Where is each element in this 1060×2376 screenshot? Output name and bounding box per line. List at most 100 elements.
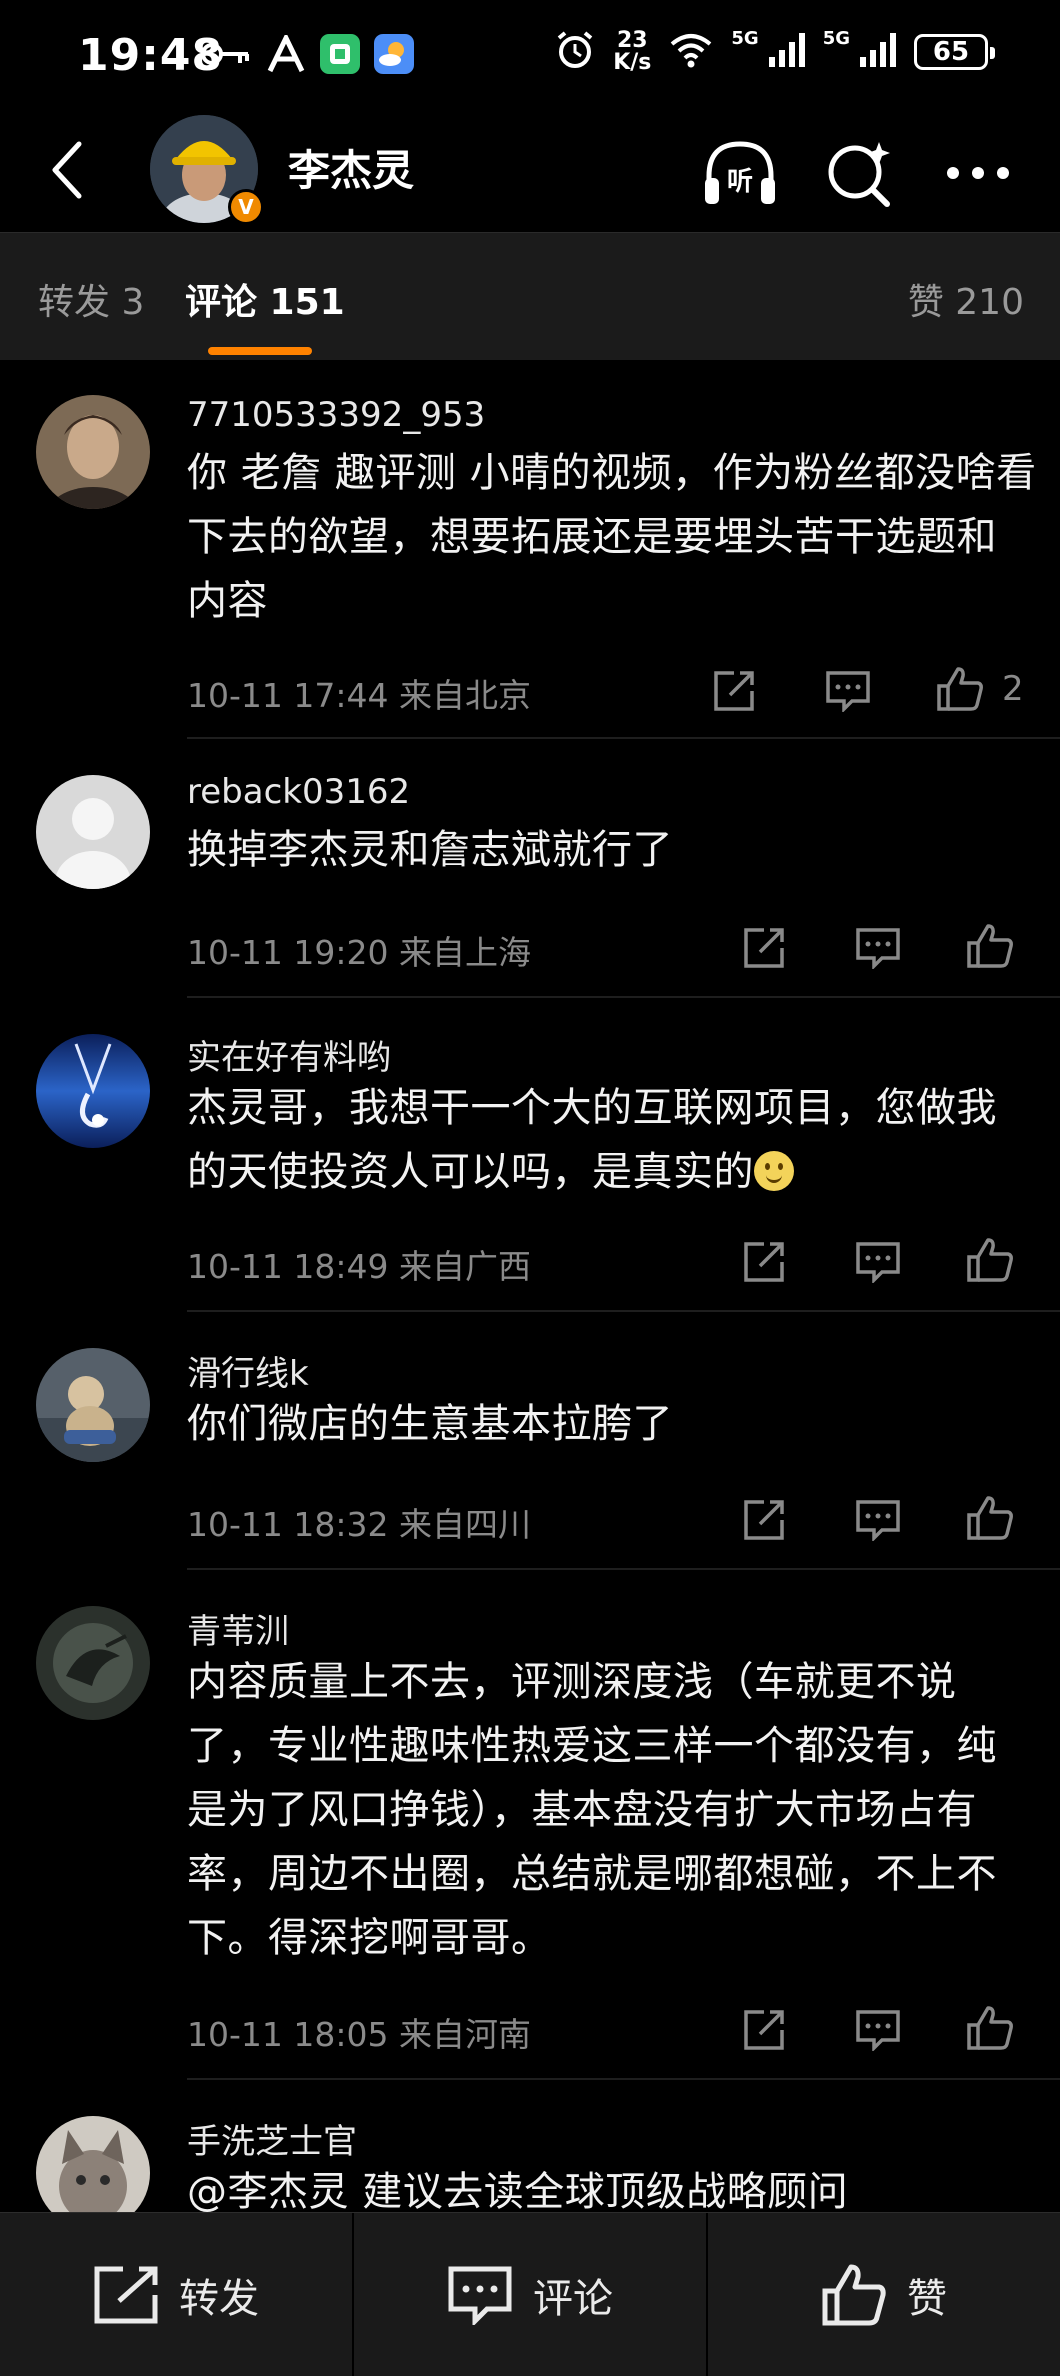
comment-username[interactable]: 7710533392_953: [187, 395, 485, 435]
back-arrow-icon: [52, 141, 82, 199]
tab-repost[interactable]: 转发 3: [38, 273, 144, 325]
alarm-icon: [555, 30, 595, 74]
repost-label: 转发: [179, 2276, 259, 2322]
net-speed: 23 K/s: [613, 30, 651, 74]
comment-icon: [856, 2010, 900, 2051]
comment-text: 你 老詹 趣评测 小晴的视频，作为粉丝都没啥看下去的欲望，想要拓展还是要埋头苦干…: [187, 450, 1037, 624]
share-button[interactable]: [706, 663, 762, 719]
like-button[interactable]: [962, 1490, 1018, 1546]
like-count: 2: [1002, 669, 1024, 709]
signal1-label: 5G: [731, 27, 759, 49]
bottom-action-bar: 转发 评论 赞: [0, 2212, 1060, 2376]
like-label: 赞: [907, 2276, 947, 2322]
avatar[interactable]: [36, 1034, 150, 1148]
like-button[interactable]: 赞: [708, 2213, 1060, 2376]
comment-username[interactable]: reback03162: [187, 772, 410, 812]
verified-badge: V: [228, 189, 264, 225]
repost-button[interactable]: 转发: [0, 2213, 352, 2376]
comment-time: 10-11 18:49: [187, 1247, 389, 1286]
signal-icon: [860, 33, 896, 71]
headphones-icon: 听: [705, 141, 775, 204]
signal-icon: [768, 33, 805, 71]
wifi-icon: [669, 32, 713, 72]
like-button[interactable]: [962, 1232, 1018, 1288]
divider: [187, 1568, 1060, 1570]
comment-text: 杰灵哥，我想干一个大的互联网项目，您做我的天使投资人可以吗，是真实的: [187, 1076, 1037, 1204]
more-icon: [947, 167, 1009, 179]
divider: [187, 1310, 1060, 1312]
reply-button[interactable]: [850, 2002, 906, 2058]
green-app-icon: [320, 34, 360, 78]
share-icon: [94, 2266, 158, 2324]
listen-button[interactable]: 听: [700, 133, 780, 213]
avatar[interactable]: [36, 1606, 150, 1720]
divider: [187, 996, 1060, 998]
net-speed-unit: K/s: [613, 50, 652, 75]
smile-emoji-icon: [754, 1151, 794, 1191]
profile-header: V 李杰灵 听: [0, 115, 1060, 230]
share-icon: [744, 2010, 784, 2050]
thumbs-up-icon: [937, 667, 983, 711]
comment-time: 10-11 18:05: [187, 2015, 389, 2054]
share-icon: [744, 1242, 784, 1282]
search-button[interactable]: [820, 133, 900, 213]
comment-text-content: 杰灵哥，我想干一个大的互联网项目，您做我的天使投资人可以吗，是真实的: [187, 1085, 997, 1195]
reply-button[interactable]: [850, 1234, 906, 1290]
battery-indicator: 65: [914, 34, 995, 70]
thumbs-up-icon: [967, 924, 1013, 968]
status-left-icons: [200, 32, 414, 78]
profile-name[interactable]: 李杰灵: [288, 137, 414, 198]
tab-bar: 转发 3 评论 151 赞 210: [0, 232, 1060, 360]
comment-text: 你们微店的生意基本拉胯了: [187, 1401, 673, 1447]
divider: [187, 2078, 1060, 2080]
comment-location: 来自河南: [398, 2015, 531, 2054]
profile-avatar[interactable]: V: [150, 115, 264, 225]
thumbs-up-icon: [967, 1238, 1013, 1282]
thumbs-up-icon: [967, 2006, 1013, 2050]
comment-username[interactable]: 滑行线k: [187, 1346, 309, 1395]
share-icon: [744, 1500, 784, 1540]
share-button[interactable]: [736, 1234, 792, 1290]
comment-button[interactable]: 评论: [354, 2213, 706, 2376]
share-icon: [744, 928, 784, 968]
like-button[interactable]: [962, 918, 1018, 974]
share-button[interactable]: [736, 2002, 792, 2058]
thumbs-up-icon: [967, 1496, 1013, 1540]
like-button[interactable]: [932, 661, 988, 717]
comment-text: 换掉李杰灵和詹志斌就行了: [187, 827, 673, 873]
avatar[interactable]: [36, 1348, 150, 1462]
tab-likes[interactable]: 赞 210: [908, 273, 1024, 325]
comment-time: 10-11 19:20: [187, 933, 389, 972]
comment-location: 来自北京: [398, 676, 531, 715]
like-button[interactable]: [962, 2000, 1018, 2056]
comment-location: 来自上海: [398, 933, 531, 972]
comment-location: 来自四川: [398, 1505, 531, 1544]
share-button[interactable]: [736, 920, 792, 976]
thumbs-up-icon: [822, 2264, 886, 2326]
comment-icon: [448, 2266, 512, 2325]
share-button[interactable]: [736, 1492, 792, 1548]
weather-app-icon: [374, 34, 414, 78]
reply-button[interactable]: [850, 920, 906, 976]
avatar[interactable]: [36, 395, 150, 509]
status-right-icons: 23 K/s 5G 5G 65: [555, 27, 995, 74]
comment-username[interactable]: 手洗芝士官: [187, 2114, 357, 2163]
back-button[interactable]: [34, 137, 100, 203]
svg-text:听: 听: [727, 167, 753, 197]
comment-icon: [856, 928, 900, 969]
search-sparkle-icon: [828, 142, 890, 207]
comment-meta: 10-11 18:49 来自广西: [187, 1240, 531, 1288]
net-speed-value: 23: [616, 28, 648, 53]
more-button[interactable]: [938, 133, 1018, 213]
reply-button[interactable]: [820, 663, 876, 719]
tab-comments[interactable]: 评论 151: [185, 273, 345, 325]
avatar[interactable]: [36, 775, 150, 889]
comment-username[interactable]: 青苇汌: [187, 1604, 289, 1653]
key-icon: [200, 39, 252, 73]
reply-button[interactable]: [850, 1492, 906, 1548]
comment-icon: [826, 671, 870, 712]
comment-username[interactable]: 实在好有料哟: [187, 1030, 391, 1079]
tab-active-indicator: [208, 347, 312, 355]
share-icon: [714, 671, 754, 711]
comment-time: 10-11 17:44: [187, 676, 389, 715]
